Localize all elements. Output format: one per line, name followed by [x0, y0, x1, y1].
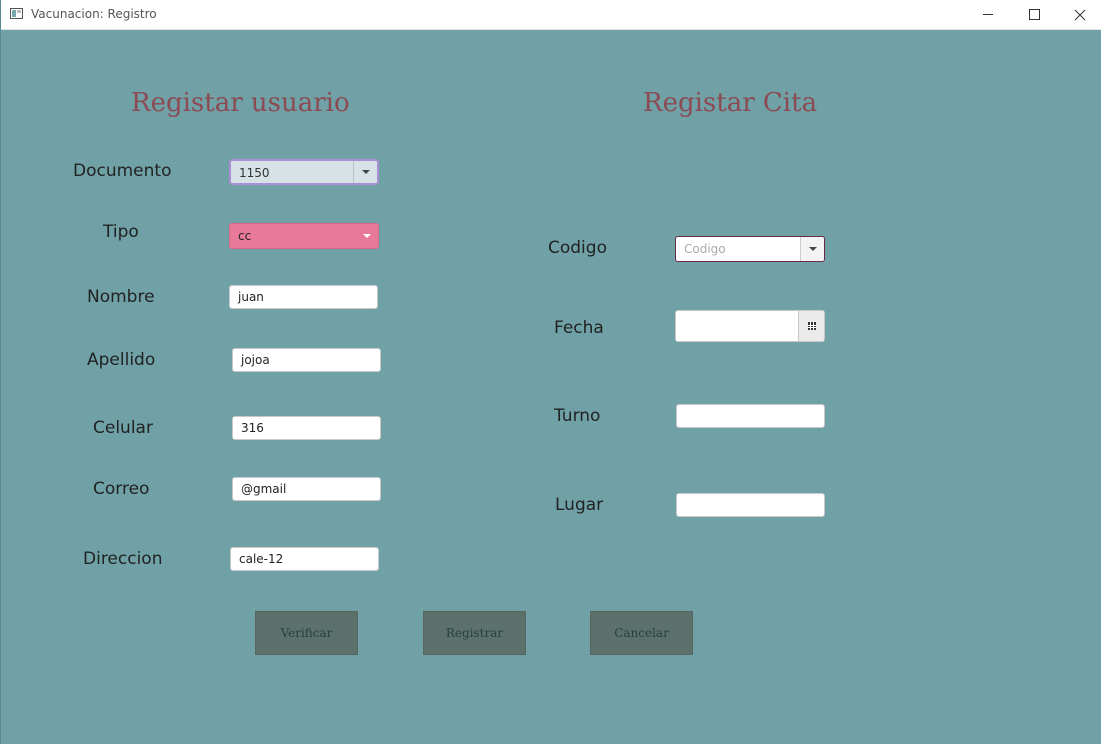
calendar-icon [807, 322, 816, 330]
nombre-label: Nombre [87, 287, 155, 307]
tipo-value: cc [238, 229, 252, 243]
codigo-placeholder: Codigo [684, 242, 726, 256]
turno-label: Turno [554, 406, 601, 426]
cita-form-heading: Registar Cita [643, 88, 818, 118]
cancelar-button[interactable]: Cancelar [590, 611, 693, 655]
correo-label: Correo [93, 479, 150, 499]
codigo-combo[interactable]: Codigo [675, 236, 825, 262]
documento-value: 1150 [239, 166, 270, 180]
celular-field[interactable]: 316 [232, 416, 381, 440]
correo-field[interactable]: @gmail [232, 477, 381, 501]
lugar-field[interactable] [676, 493, 825, 517]
apellido-field[interactable]: jojoa [232, 348, 381, 372]
maximize-button[interactable] [1011, 0, 1057, 29]
app-icon [10, 8, 23, 19]
lugar-label: Lugar [555, 495, 604, 515]
fecha-datepicker[interactable] [675, 310, 825, 342]
direccion-field[interactable]: cale-12 [230, 547, 379, 571]
calendar-button[interactable] [798, 311, 824, 341]
direccion-label: Direccion [83, 549, 163, 569]
close-button[interactable] [1057, 0, 1101, 29]
tipo-combo[interactable]: cc [229, 223, 379, 249]
chevron-down-icon [808, 247, 817, 251]
maximize-icon [1028, 9, 1040, 20]
turno-field[interactable] [676, 404, 825, 428]
chevron-down-icon [362, 234, 371, 238]
codigo-label: Codigo [548, 238, 607, 258]
nombre-field[interactable]: juan [229, 285, 378, 309]
tipo-dropdown-button[interactable] [355, 224, 378, 248]
minimize-button[interactable] [965, 0, 1011, 29]
verificar-button[interactable]: Verificar [255, 611, 358, 655]
tipo-label: Tipo [103, 222, 139, 242]
registrar-button[interactable]: Registrar [423, 611, 526, 655]
apellido-label: Apellido [87, 350, 156, 370]
documento-dropdown-button[interactable] [353, 161, 377, 183]
minimize-icon [983, 14, 993, 15]
title-bar: Vacunacion: Registro [1, 0, 1101, 30]
documento-label: Documento [73, 161, 172, 181]
app-window: Vacunacion: Registro Registar usuario Do… [0, 0, 1101, 744]
user-form-heading: Registar usuario [131, 88, 350, 118]
celular-label: Celular [93, 418, 153, 438]
chevron-down-icon [361, 170, 370, 174]
close-icon [1074, 9, 1086, 20]
documento-combo[interactable]: 1150 [229, 159, 379, 185]
codigo-dropdown-button[interactable] [800, 237, 824, 261]
fecha-label: Fecha [554, 318, 604, 338]
window-title: Vacunacion: Registro [31, 7, 157, 21]
